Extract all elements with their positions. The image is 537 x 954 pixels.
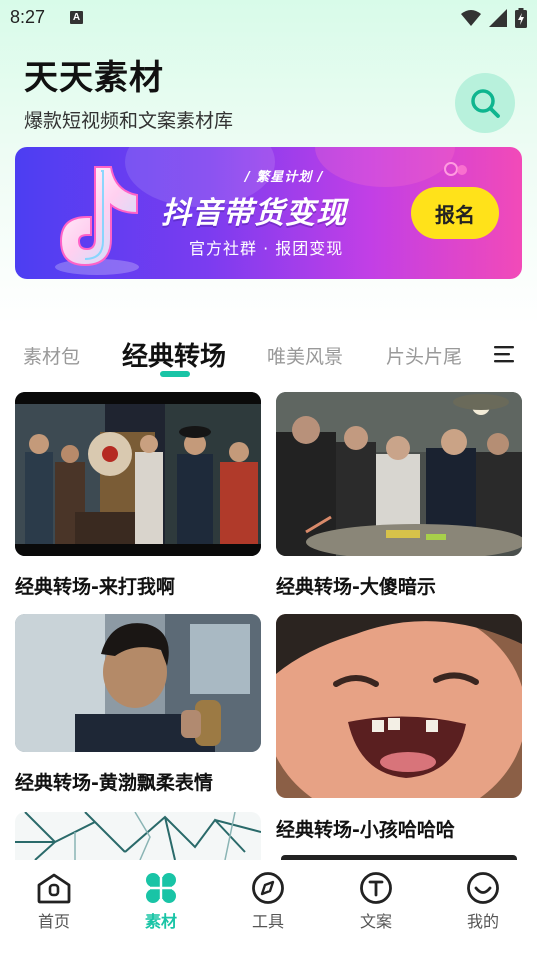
nav-label: 工具 <box>251 912 284 931</box>
video-thumbnail[interactable] <box>276 614 522 798</box>
text-icon <box>360 872 392 904</box>
video-thumbnail[interactable] <box>276 392 522 556</box>
banner-dots-decoration <box>444 162 467 176</box>
app-subtitle: 爆款短视频和文案素材库 <box>24 110 234 132</box>
clover-icon <box>146 873 176 903</box>
tab-material-pack[interactable]: 素材包 <box>23 342 80 369</box>
card-title[interactable]: 经典转场-大傻暗示 <box>276 572 436 599</box>
banner-tag: / 繁星计划 / <box>245 170 324 185</box>
compass-icon <box>252 872 284 904</box>
banner-decoration <box>315 147 455 187</box>
bottom-nav: 首页 素材 工具 文案 我的 <box>0 860 537 954</box>
thumbnail-scene-laughing-child <box>276 614 522 798</box>
nav-label: 文案 <box>359 912 392 931</box>
notification-icon: A <box>70 11 83 24</box>
status-icons <box>461 8 527 28</box>
nav-label: 首页 <box>37 912 70 931</box>
card-title[interactable]: 经典转场-来打我啊 <box>15 572 175 599</box>
search-icon <box>471 89 500 118</box>
wifi-icon <box>461 10 481 26</box>
thumbnail-scene-man-window <box>15 614 261 752</box>
promo-banner[interactable]: / 繁星计划 / 抖音带货变现 官方社群 · 报团变现 报名 <box>15 147 522 279</box>
smile-icon <box>467 872 499 904</box>
nav-material[interactable]: 素材 <box>126 872 196 932</box>
card-title[interactable]: 经典转场-黄渤飘柔表情 <box>15 768 213 795</box>
tab-scenery[interactable]: 唯美风景 <box>267 342 343 369</box>
nav-mine[interactable]: 我的 <box>448 872 518 932</box>
tab-classic-transition[interactable]: 经典转场 <box>122 336 226 373</box>
nav-copywriting[interactable]: 文案 <box>341 872 411 932</box>
status-bar: 8:27 A <box>0 0 537 36</box>
search-button[interactable] <box>455 73 515 133</box>
douyin-logo-icon <box>55 166 139 275</box>
home-icon <box>37 873 71 904</box>
nav-label: 素材 <box>144 912 177 931</box>
banner-subline: 官方社群 · 报团变现 <box>189 239 344 258</box>
nav-tools[interactable]: 工具 <box>233 872 303 932</box>
card-title[interactable]: 经典转场-小孩哈哈哈 <box>276 815 455 842</box>
thumbnail-scene-shattered-glass <box>15 812 261 860</box>
banner-headline: 抖音带货变现 <box>161 196 347 231</box>
menu-icon[interactable] <box>494 345 516 363</box>
tab-intro-outro[interactable]: 片头片尾 <box>386 342 462 369</box>
thumbnail-scene-table-group <box>276 392 522 556</box>
app-title: 天天素材 <box>24 58 164 98</box>
battery-icon <box>515 8 527 28</box>
active-tab-indicator <box>160 371 190 377</box>
video-thumbnail[interactable] <box>15 392 261 556</box>
category-tabs: 素材包 经典转场 唯美风景 片头片尾 <box>0 330 537 378</box>
signup-button[interactable]: 报名 <box>411 187 499 239</box>
nav-label: 我的 <box>466 912 499 931</box>
signal-icon <box>489 9 507 27</box>
video-thumbnail[interactable] <box>15 812 261 860</box>
video-thumbnail[interactable] <box>15 614 261 752</box>
thumbnail-scene-qing-court <box>15 392 261 556</box>
nav-home[interactable]: 首页 <box>19 872 89 932</box>
status-time: 8:27 <box>10 7 46 27</box>
